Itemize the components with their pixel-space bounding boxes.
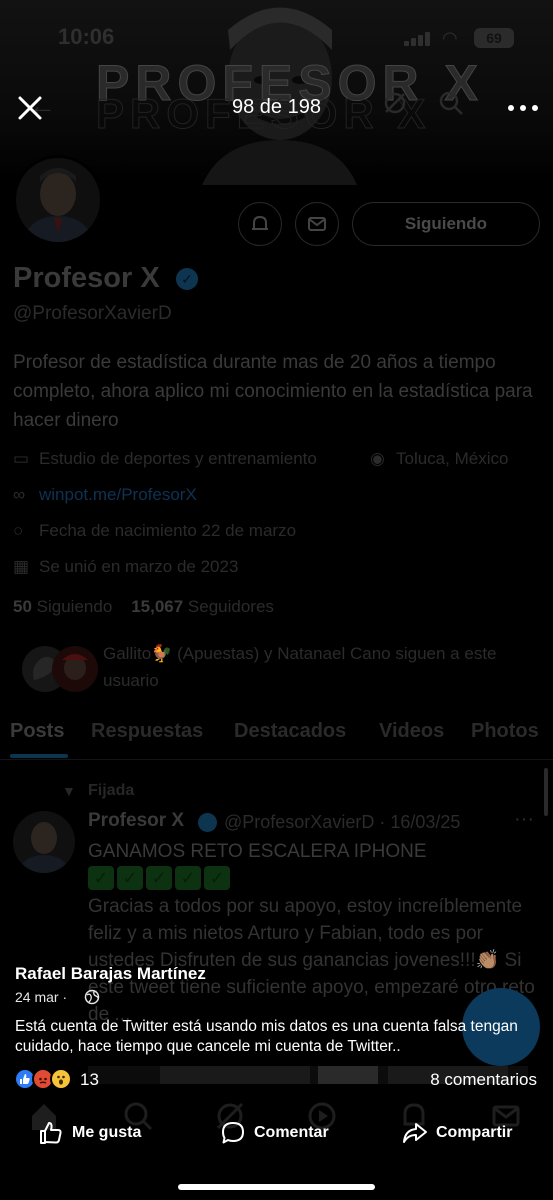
tab-respuestas[interactable]: Respuestas xyxy=(91,720,203,743)
tweet-more-icon: ··· xyxy=(514,808,534,830)
bell-plus-icon xyxy=(252,215,268,230)
globe-icon xyxy=(84,989,100,1005)
check-emoji-icon: ✓ xyxy=(175,866,201,890)
home-indicator[interactable] xyxy=(178,1184,375,1190)
profile-tabs: Posts Respuestas Destacados Videos Photo… xyxy=(0,706,553,760)
tweet-meta: @ProfesorXavierD · 16/03/25 xyxy=(224,812,461,832)
check-emoji-icon: ✓ xyxy=(204,866,230,890)
post-date-separator: · xyxy=(62,989,68,1005)
more-options-button[interactable] xyxy=(506,96,540,120)
comments-count[interactable]: 8 comentarios xyxy=(300,1070,537,1090)
scrollbar xyxy=(544,768,548,816)
verified-badge-icon: ✓ xyxy=(176,268,198,290)
profile-category: ▭ Estudio de deportes y entrenamiento xyxy=(13,449,317,469)
balloon-icon: ○ xyxy=(13,521,24,540)
tweet-verified-icon xyxy=(198,813,217,832)
photo-counter: 98 de 198 xyxy=(232,96,321,118)
status-icons: ◠ 69 xyxy=(404,26,516,50)
reaction-icons[interactable] xyxy=(14,1068,80,1094)
share-arrow-icon xyxy=(403,1123,427,1143)
tab-destacados[interactable]: Destacados xyxy=(234,720,346,743)
followed-by-text: Gallito🐓 (Apuestas) y Natanael Cano sigu… xyxy=(103,644,497,690)
check-emoji-icon: ✓ xyxy=(88,866,114,890)
tab-photos[interactable]: Photos xyxy=(471,720,539,743)
wow-reaction-icon xyxy=(50,1068,72,1090)
post-date: 24 mar · xyxy=(15,989,67,1005)
like-label[interactable]: Me gusta xyxy=(72,1124,141,1142)
share-label[interactable]: Compartir xyxy=(436,1124,512,1142)
profile-bio: Profesor de estadística durante mas de 2… xyxy=(13,352,533,431)
tweet-checkmarks: ✓ ✓ ✓ ✓ ✓ xyxy=(88,866,230,890)
mail-icon xyxy=(308,217,326,231)
check-emoji-icon: ✓ xyxy=(146,866,172,890)
briefcase-icon: ▭ xyxy=(13,449,30,468)
signal-icon xyxy=(404,30,434,46)
tab-videos[interactable]: Videos xyxy=(379,720,444,743)
pinned-label: Fijada xyxy=(88,782,135,799)
profile-avatar xyxy=(13,155,103,245)
location-text: Toluca, México xyxy=(396,449,509,468)
follower-avatar-natanael xyxy=(52,646,98,692)
profile-handle: @ProfesorXavierD xyxy=(13,303,172,324)
notifications-bell-button[interactable] xyxy=(238,202,282,246)
category-text: Estudio de deportes y entrenamiento xyxy=(39,449,317,468)
post-caption-text: Está cuenta de Twitter está usando mis d… xyxy=(15,1018,518,1055)
pin-icon: ▼ xyxy=(62,783,76,799)
birthday-text: Fecha de nacimiento 22 de marzo xyxy=(39,521,297,540)
tweet-author-name: Profesor X xyxy=(88,810,185,831)
website-text[interactable]: winpot.me/ProfesorX xyxy=(39,485,197,504)
wifi-icon: ◠ xyxy=(442,28,458,48)
follow-counts: 50 Siguiendo 15,067 Seguidores xyxy=(13,597,274,617)
share-button[interactable]: Compartir xyxy=(402,1118,512,1148)
location-pin-icon: ◉ xyxy=(370,449,385,468)
followers-label[interactable]: Seguidores xyxy=(188,597,274,616)
active-tab-indicator xyxy=(10,754,68,758)
check-emoji-icon: ✓ xyxy=(117,866,143,890)
message-button[interactable] xyxy=(295,202,339,246)
tweet-title: GANAMOS RETO ESCALERA IPHONE xyxy=(88,841,427,862)
calendar-icon: ▦ xyxy=(13,557,30,576)
tweet-avatar xyxy=(13,811,75,873)
profile-joined: ▦ Se unió en marzo de 2023 xyxy=(13,557,238,577)
post-date-text: 24 mar xyxy=(15,989,59,1005)
profile-website[interactable]: ∞ winpot.me/ProfesorX xyxy=(13,485,197,505)
profile-birthday: ○ Fecha de nacimiento 22 de marzo xyxy=(13,521,296,541)
thumbs-up-icon xyxy=(40,1122,62,1144)
tab-posts[interactable]: Posts xyxy=(10,720,64,743)
link-icon: ∞ xyxy=(13,485,26,504)
comment-label[interactable]: Comentar xyxy=(254,1124,329,1142)
following-button[interactable]: Siguiendo xyxy=(352,202,540,246)
following-count[interactable]: 50 xyxy=(13,597,32,616)
battery-icon: 69 xyxy=(474,28,514,48)
comment-button[interactable]: Comentar xyxy=(220,1118,329,1148)
following-label[interactable]: Siguiendo xyxy=(37,597,113,616)
joined-text: Se unió en marzo de 2023 xyxy=(39,557,239,576)
reaction-count[interactable]: 13 xyxy=(80,1070,99,1090)
status-time: 10:06 xyxy=(58,24,115,49)
profile-name: Profesor X xyxy=(13,262,160,294)
profile-location: ◉ Toluca, México xyxy=(370,449,508,469)
comment-bubble-icon xyxy=(222,1122,244,1144)
like-button[interactable]: Me gusta xyxy=(38,1118,141,1148)
post-author-name[interactable]: Rafael Barajas Martínez xyxy=(15,964,206,984)
followers-count[interactable]: 15,067 xyxy=(131,597,183,616)
